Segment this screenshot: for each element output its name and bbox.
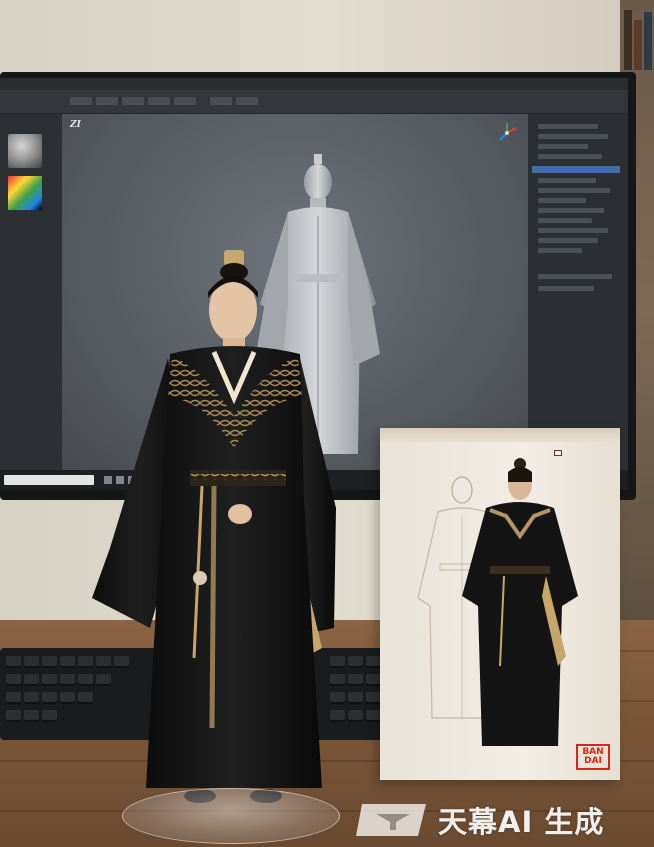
- toolbar-button[interactable]: [96, 97, 118, 105]
- color-picker[interactable]: [8, 176, 42, 210]
- taskbar-search-input[interactable]: [4, 475, 94, 485]
- toolbar-button[interactable]: [174, 97, 196, 105]
- axis-gizmo-icon[interactable]: [496, 122, 518, 144]
- tianmu-logo-icon: [356, 804, 426, 836]
- toolbar-button[interactable]: [236, 97, 258, 105]
- tool-palette: [0, 114, 62, 490]
- black-robed-figure: [92, 250, 336, 803]
- bandai-logo: BANDAI: [576, 744, 610, 770]
- toolbar-button[interactable]: [122, 97, 144, 105]
- bandai-logo-text: BANDAI: [582, 747, 604, 766]
- watermark: 天幕AI 生成: [356, 798, 604, 842]
- toolbar-button[interactable]: [70, 97, 92, 105]
- app-logo: ZI: [70, 120, 81, 130]
- app-toolbar: [0, 90, 628, 114]
- watermark-text: 天幕AI 生成: [438, 805, 605, 839]
- selected-layer[interactable]: [532, 166, 620, 173]
- toolbar-button[interactable]: [210, 97, 232, 105]
- box-figure-photo: [462, 458, 578, 746]
- app-menubar: [0, 78, 628, 90]
- material-swatch[interactable]: [8, 134, 42, 168]
- box-lid: [380, 428, 620, 442]
- toolbar-button[interactable]: [148, 97, 170, 105]
- figure-box: BANDAI: [380, 428, 620, 780]
- acrylic-stand: [122, 788, 340, 844]
- photo-scene: ZI BANDAI 天幕AI 生成: [0, 0, 654, 847]
